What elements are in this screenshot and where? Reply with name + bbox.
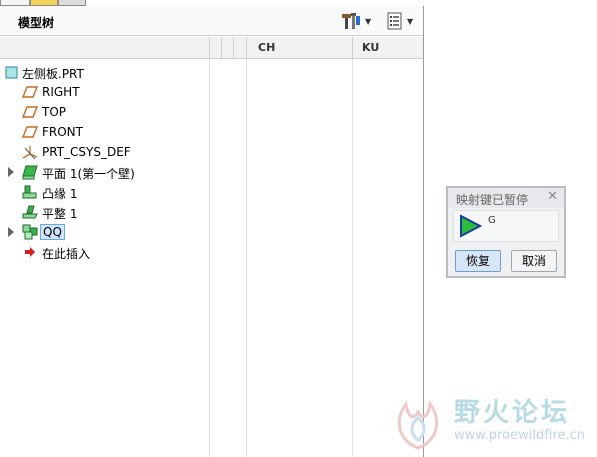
tree-item-top[interactable]: TOP — [0, 102, 210, 122]
close-icon[interactable]: ✕ — [547, 189, 558, 204]
tree-item-group-qq[interactable]: QQ — [0, 222, 210, 242]
chevron-down-icon: ▼ — [365, 16, 372, 26]
tree-item-csys[interactable]: PRT_CSYS_DEF — [0, 142, 210, 162]
tree-item-label: PRT_CSYS_DEF — [42, 145, 131, 159]
tree-item-flange[interactable]: 凸缘 1 — [0, 182, 210, 202]
column-header: CH KU — [0, 37, 423, 59]
tree-item-label: RIGHT — [42, 85, 80, 99]
tree-item-label: 平面 1(第一个壁) — [42, 167, 135, 181]
column-ku[interactable]: KU — [362, 41, 379, 54]
expand-arrow-icon[interactable] — [8, 227, 14, 237]
tree-item-label: 平整 1 — [42, 207, 78, 221]
screen: 模型树 ▼ ▼ CH KU 左侧板.PRT RIGHT TOP FRONT PR… — [0, 0, 597, 457]
tree-item-front[interactable]: FRONT — [0, 122, 210, 142]
insert-here-arrow-icon — [25, 247, 35, 257]
watermark-text: 野火论坛 — [454, 398, 571, 428]
group-icon — [22, 224, 38, 240]
column-separator[interactable] — [221, 37, 222, 59]
tree-item-insert-here[interactable]: 在此插入 — [0, 242, 210, 262]
play-icon — [460, 214, 482, 238]
tree-item-label: TOP — [42, 105, 67, 119]
flat-wall-icon — [22, 165, 38, 180]
expand-arrow-icon[interactable] — [8, 167, 14, 177]
chevron-down-icon: ▼ — [407, 16, 414, 26]
model-tree-panel: 模型树 ▼ ▼ CH KU 左侧板.PRT RIGHT TOP FRONT PR… — [0, 6, 424, 457]
tree-item-part[interactable]: 左侧板.PRT — [0, 62, 210, 82]
resume-button[interactable]: 恢复 — [455, 250, 501, 272]
column-separator[interactable] — [233, 37, 234, 59]
coordinate-system-icon — [22, 146, 38, 160]
datum-plane-icon — [22, 126, 38, 138]
tree-item-label: 左侧板.PRT — [22, 67, 84, 81]
tree-item-flat-wall[interactable]: 平面 1(第一个壁) — [0, 162, 210, 182]
dialog-title-bar[interactable]: 映射键已暂停 ✕ — [448, 188, 564, 208]
mapkey-paused-dialog: 映射键已暂停 ✕ G 恢复 取消 — [446, 186, 566, 278]
part-icon — [5, 66, 18, 79]
panel-header: 模型树 ▼ ▼ — [0, 6, 423, 36]
mapkey-letter: G — [488, 215, 496, 226]
tools-icon — [342, 13, 360, 29]
tools-menu-button[interactable]: ▼ — [340, 11, 371, 31]
model-tree: 左侧板.PRT RIGHT TOP FRONT PRT_CSYS_DEF 平面 … — [0, 62, 210, 262]
datum-plane-icon — [22, 86, 38, 98]
datum-plane-icon — [22, 106, 38, 118]
column-separator[interactable] — [246, 37, 247, 59]
dialog-body: G — [453, 210, 559, 242]
dialog-title: 映射键已暂停 — [456, 193, 529, 207]
grid-line — [352, 59, 353, 457]
tree-item-unbend[interactable]: 平整 1 — [0, 202, 210, 222]
tree-item-label: FRONT — [42, 125, 83, 139]
tree-item-label: 凸缘 1 — [42, 187, 78, 201]
column-separator[interactable] — [209, 37, 210, 59]
panel-title: 模型树 — [18, 16, 55, 30]
flame-logo-icon — [397, 400, 439, 450]
unbend-icon — [22, 205, 38, 219]
watermark-url: www.proewildfire.cn — [454, 428, 585, 443]
tree-item-label: QQ — [40, 224, 65, 240]
flange-icon — [22, 185, 37, 199]
watermark: 野火论坛 www.proewildfire.cn — [384, 386, 594, 454]
tree-item-label: 在此插入 — [42, 247, 91, 261]
settings-menu-button[interactable]: ▼ — [386, 11, 413, 31]
grid-line — [246, 59, 247, 457]
list-settings-icon — [387, 12, 402, 30]
column-separator[interactable] — [352, 37, 353, 59]
cancel-button[interactable]: 取消 — [511, 250, 557, 272]
tree-item-right[interactable]: RIGHT — [0, 82, 210, 102]
column-ch[interactable]: CH — [258, 41, 275, 54]
